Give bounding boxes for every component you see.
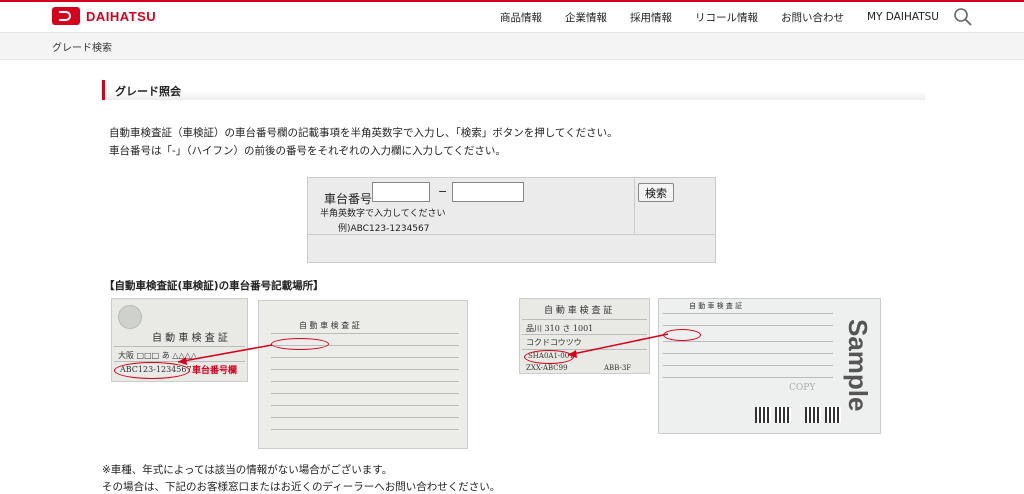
logo[interactable]: DAIHATSU — [52, 7, 156, 25]
vin-prefix-input[interactable] — [372, 182, 430, 202]
site-header: DAIHATSU 商品情報 企業情報 採用情報 リコール情報 お問い合わせ MY… — [0, 2, 1024, 32]
cert-right-full: 自 動 車 検 査 証 COPY Sample — [658, 298, 881, 434]
vin-highlight-oval — [271, 338, 329, 350]
cert-plate: 品川 310 さ 1001 — [526, 324, 594, 333]
copy-watermark: COPY — [789, 383, 816, 393]
nav-contact[interactable]: お問い合わせ — [781, 10, 844, 25]
cert-model: ZXX-ABC99 — [526, 364, 568, 372]
note-line-2: その場合は、下記のお客様窓口またはお近くのディーラーへお問い合わせください。 — [102, 481, 501, 493]
description-line-1: 自動車検査証（車検証）の車台番号欄の記載事項を半角英数字で入力し、「検索」ボタン… — [109, 127, 618, 139]
cert-right-zoom: 自 動 車 検 査 証 品川 310 さ 1001 コクドコウツウ SHA0A1… — [519, 298, 650, 374]
cert-title: 自 動 車 検 査 証 — [689, 302, 743, 310]
daihatsu-logo-icon — [52, 7, 80, 25]
main-nav: 商品情報 企業情報 採用情報 リコール情報 お問い合わせ MY DAIHATSU — [500, 2, 939, 32]
input-example: 例)ABC123-1234567 — [338, 224, 430, 234]
qr-code-icon — [805, 407, 821, 423]
input-hint: 半角英数字で入力してください — [320, 209, 446, 219]
nav-recall[interactable]: リコール情報 — [695, 10, 758, 25]
qr-code-icon — [755, 407, 771, 423]
vin-label: 車台番号 — [324, 192, 373, 206]
vin-callout-label: 車台番号欄 — [192, 366, 238, 376]
logo-text: DAIHATSU — [86, 8, 157, 24]
cert-title: 自 動 車 検 査 証 — [544, 306, 613, 316]
cert-heading: 【自動車検査証(車検証)の車台番号記載場所】 — [104, 280, 324, 292]
vin-number-input[interactable] — [452, 182, 524, 202]
seal-icon — [118, 305, 142, 329]
nav-corporate[interactable]: 企業情報 — [565, 10, 607, 25]
description-line-2: 車台番号は「-」（ハイフン）の前後の番号をそれぞれの入力欄に入力してください。 — [109, 145, 506, 157]
breadcrumb[interactable]: グレード検索 — [52, 39, 112, 54]
cert-left-full: 自 動 車 検 査 証 — [258, 300, 468, 449]
nav-my-daihatsu[interactable]: MY DAIHATSU — [867, 11, 939, 23]
section-title-text: グレード照会 — [115, 85, 181, 98]
cert-engine: ABB-3F — [604, 364, 632, 372]
vin-highlight-oval — [663, 329, 701, 341]
vin-highlight-oval — [114, 362, 190, 379]
hyphen-separator: − — [438, 185, 448, 198]
section-title: グレード照会 — [102, 80, 925, 100]
sample-watermark: Sample — [843, 319, 873, 412]
qr-code-icon — [825, 407, 841, 423]
search-button[interactable]: 検索 — [638, 183, 674, 202]
nav-products[interactable]: 商品情報 — [500, 10, 542, 25]
form-divider — [308, 234, 715, 235]
vin-highlight-oval — [524, 350, 574, 364]
nav-recruit[interactable]: 採用情報 — [630, 10, 672, 25]
vin-search-form: 車台番号 − 半角英数字で入力してください 例)ABC123-1234567 検… — [307, 177, 716, 263]
cert-title: 自 動 車 検 査 証 — [299, 321, 360, 330]
search-icon[interactable] — [953, 7, 973, 27]
note-line-1: ※車種、年式によっては該当の情報がない場合がございます。 — [102, 464, 393, 476]
qr-code-icon — [775, 407, 791, 423]
cert-kana: コクドコウツウ — [526, 338, 582, 347]
breadcrumb-bar: グレード検索 — [0, 32, 1024, 60]
form-divider — [634, 178, 635, 234]
cert-title: 自 動 車 検 査 証 — [152, 333, 228, 344]
cert-plate: 大阪 □□□ あ △△△△ — [118, 351, 197, 360]
